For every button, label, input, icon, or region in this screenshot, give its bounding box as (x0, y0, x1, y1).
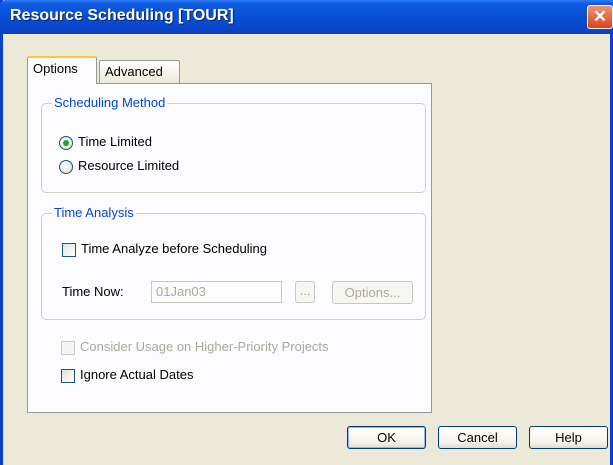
ignore-actual-dates-label[interactable]: Ignore Actual Dates (80, 367, 193, 382)
time-limited-radio[interactable] (59, 136, 73, 150)
ok-button[interactable]: OK (347, 426, 426, 449)
ignore-actual-dates-checkbox[interactable] (61, 369, 75, 383)
tab-options-label: Options (33, 61, 78, 76)
time-analyze-label[interactable]: Time Analyze before Scheduling (81, 241, 267, 256)
help-button[interactable]: Help (529, 426, 608, 449)
resource-limited-label[interactable]: Resource Limited (78, 158, 179, 173)
time-limited-label[interactable]: Time Limited (78, 134, 152, 149)
time-analysis-group: Time Analysis Time Analyze before Schedu… (41, 205, 426, 320)
tab-advanced-label: Advanced (105, 64, 163, 79)
title-bar[interactable]: Resource Scheduling [TOUR] ✕ (0, 0, 613, 34)
time-now-label: Time Now: (62, 284, 124, 299)
cancel-button[interactable]: Cancel (438, 426, 517, 449)
tab-options[interactable]: Options (27, 56, 97, 84)
time-options-button[interactable]: Options... (332, 281, 413, 304)
consider-usage-label[interactable]: Consider Usage on Higher-Priority Projec… (80, 339, 329, 354)
browse-date-button[interactable]: ... (295, 281, 315, 303)
scheduling-method-legend: Scheduling Method (52, 95, 168, 110)
dialog-window: Resource Scheduling [TOUR] ✕ Options Adv… (0, 0, 613, 465)
resource-limited-radio[interactable] (59, 160, 73, 174)
radio-selected-dot (63, 140, 69, 146)
close-icon[interactable]: ✕ (587, 5, 613, 29)
time-analyze-checkbox[interactable] (62, 243, 76, 257)
tab-advanced[interactable]: Advanced (99, 60, 180, 84)
time-now-field[interactable]: 01Jan03 (151, 281, 282, 303)
consider-usage-checkbox[interactable] (61, 341, 75, 355)
time-analysis-legend: Time Analysis (52, 205, 136, 220)
scheduling-method-group: Scheduling Method Time Limited Resource … (41, 95, 426, 193)
options-panel: Scheduling Method Time Limited Resource … (27, 83, 432, 413)
window-title: Resource Scheduling [TOUR] (10, 7, 234, 24)
